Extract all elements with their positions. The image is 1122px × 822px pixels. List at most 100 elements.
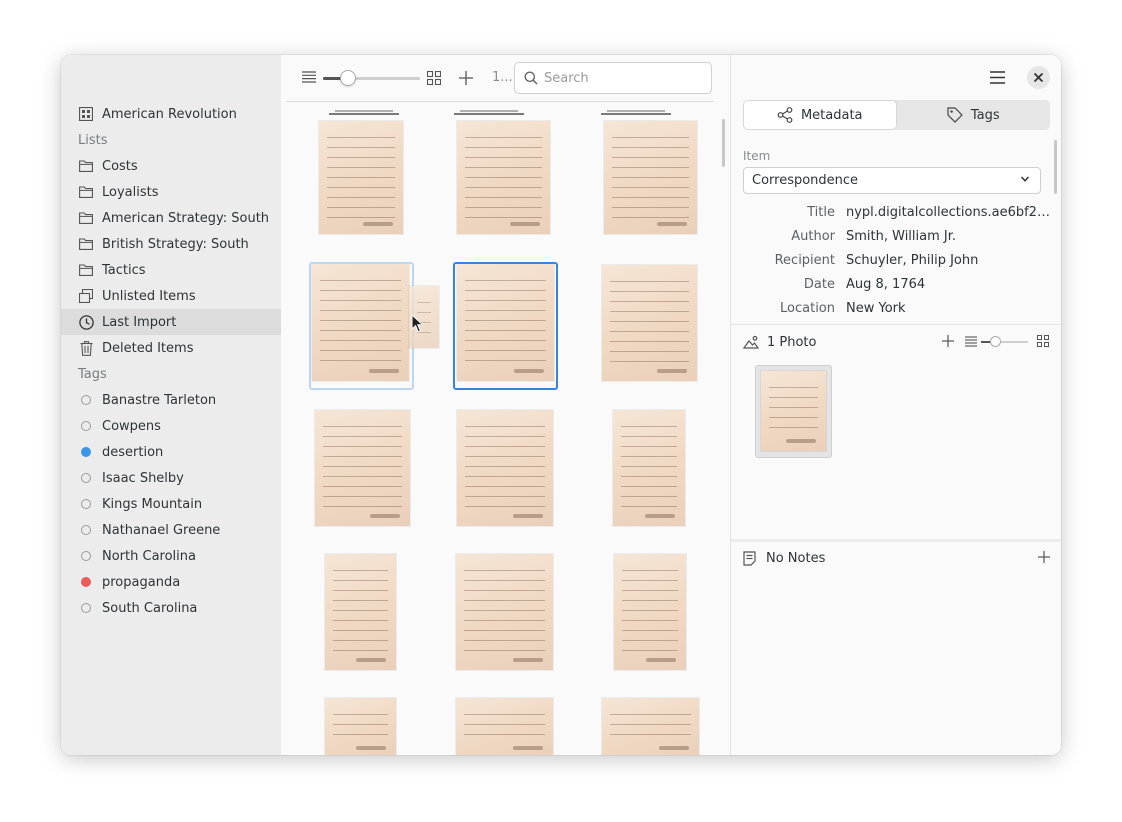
tag-color-dot	[78, 496, 94, 512]
selection-frame	[453, 262, 558, 390]
field-date[interactable]: Date Aug 8, 1764	[731, 277, 1061, 299]
sidebar-tag-label: Nathanael Greene	[102, 522, 221, 538]
photo-zoom-slider[interactable]	[981, 336, 1028, 347]
field-value[interactable]: Aug 8, 1764	[846, 277, 1051, 292]
panel-tabs: Metadata Tags	[743, 100, 1050, 130]
details-panel: Metadata Tags Item Correspondence Title n…	[730, 55, 1061, 755]
list-view-icon[interactable]	[302, 71, 316, 83]
sidebar-tag-banastre-tarleton[interactable]: Banastre Tarleton	[61, 387, 281, 413]
photo-thumbnail-frame[interactable]	[755, 365, 832, 458]
sidebar-item-label: American Strategy: South	[102, 210, 270, 226]
grid-view-icon[interactable]	[427, 71, 441, 85]
stack-indicator	[460, 110, 518, 112]
field-key: Location	[780, 301, 835, 316]
sidebar-tag-south-carolina[interactable]: South Carolina	[61, 595, 281, 621]
thumbnail-grid[interactable]	[281, 109, 721, 755]
mouse-cursor-icon	[411, 314, 424, 333]
tag-dot-icon	[81, 499, 91, 509]
close-button[interactable]	[1027, 66, 1050, 89]
add-note-icon[interactable]	[1038, 551, 1050, 567]
photo-list-view-icon[interactable]	[965, 336, 977, 351]
zoom-slider-knob[interactable]	[340, 70, 357, 86]
search-icon	[524, 71, 538, 85]
item-type-select[interactable]: Correspondence	[743, 167, 1041, 194]
grid-scrollbar[interactable]	[722, 119, 725, 167]
item-thumbnail[interactable]	[315, 410, 410, 526]
folder-icon	[78, 184, 94, 200]
sidebar-tag-label: North Carolina	[102, 548, 196, 564]
tag-dot-icon	[81, 447, 91, 457]
sidebar-tag-nathanael-greene[interactable]: Nathanael Greene	[61, 517, 281, 543]
tag-dot-icon	[81, 577, 91, 587]
sidebar-item-label: Last Import	[102, 314, 177, 330]
tag-color-dot	[78, 470, 94, 486]
sidebar-tag-cowpens[interactable]: Cowpens	[61, 413, 281, 439]
sidebar-tag-isaac-shelby[interactable]: Isaac Shelby	[61, 465, 281, 491]
add-photo-icon[interactable]	[942, 335, 954, 351]
zoom-slider[interactable]	[323, 77, 420, 80]
sidebar-tag-label: Isaac Shelby	[102, 470, 184, 486]
search-input[interactable]: Search	[514, 62, 712, 94]
item-thumbnail[interactable]	[456, 698, 553, 755]
item-thumbnail[interactable]	[457, 410, 553, 526]
sidebar-item-tactics[interactable]: Tactics	[61, 257, 281, 283]
panel-scrollbar[interactable]	[1054, 140, 1057, 194]
field-title[interactable]: Title nypl.digitalcollections.ae6bf2c...	[731, 205, 1061, 227]
item-thumbnail[interactable]	[319, 121, 403, 234]
toolbar-divider	[286, 101, 714, 102]
item-thumbnail[interactable]	[602, 265, 697, 381]
sidebar-tag-desertion[interactable]: desertion	[61, 439, 281, 465]
lists-header: Lists	[78, 133, 108, 148]
photos-count: 1 Photo	[767, 334, 817, 350]
menu-icon[interactable]	[990, 71, 1005, 84]
tag-color-dot	[78, 418, 94, 434]
field-value[interactable]: nypl.digitalcollections.ae6bf2c...	[846, 205, 1051, 220]
sidebar-item-unlisted-items[interactable]: Unlisted Items	[61, 283, 281, 309]
tag-dot-icon	[81, 551, 91, 561]
item-thumbnail[interactable]	[457, 121, 550, 234]
field-value[interactable]: New York	[846, 301, 1051, 316]
tab-tags[interactable]: Tags	[897, 100, 1051, 130]
sidebar-item-american-strategy-south[interactable]: American Strategy: South	[61, 205, 281, 231]
add-icon[interactable]	[459, 71, 473, 85]
field-key: Date	[803, 277, 835, 292]
folder-icon	[78, 210, 94, 226]
close-icon	[1034, 73, 1043, 82]
sidebar-tag-label: Banastre Tarleton	[102, 392, 217, 408]
sidebar-item-label: Deleted Items	[102, 340, 194, 356]
item-thumbnail[interactable]	[614, 554, 686, 670]
sidebar-collection[interactable]: American Revolution	[61, 101, 281, 127]
note-icon	[743, 550, 756, 566]
field-recipient[interactable]: Recipient Schuyler, Philip John	[731, 253, 1061, 275]
tab-metadata[interactable]: Metadata	[743, 100, 897, 130]
sidebar-item-loyalists[interactable]: Loyalists	[61, 179, 281, 205]
item-thumbnail[interactable]	[604, 121, 697, 234]
sidebar-item-last-import[interactable]: Last Import	[61, 309, 281, 335]
sidebar-item-british-strategy-south[interactable]: British Strategy: South	[61, 231, 281, 257]
tag-color-dot	[78, 522, 94, 538]
item-thumbnail[interactable]	[613, 410, 685, 526]
item-thumbnail[interactable]	[456, 554, 553, 670]
sidebar-tag-propaganda[interactable]: propaganda	[61, 569, 281, 595]
photo-thumbnail	[761, 371, 826, 451]
sidebar-tag-kings-mountain[interactable]: Kings Mountain	[61, 491, 281, 517]
field-value[interactable]: Smith, William Jr.	[846, 229, 1051, 244]
item-type-value: Correspondence	[752, 173, 859, 188]
field-location[interactable]: Location New York	[731, 301, 1061, 323]
field-author[interactable]: Author Smith, William Jr.	[731, 229, 1061, 251]
sidebar-item-deleted-items[interactable]: Deleted Items	[61, 335, 281, 361]
item-thumbnail[interactable]	[325, 698, 396, 755]
photo-zoom-knob[interactable]	[990, 336, 1002, 347]
sidebar-item-label: Costs	[102, 158, 138, 174]
photo-grid-view-icon[interactable]	[1037, 335, 1049, 351]
field-value[interactable]: Schuyler, Philip John	[846, 253, 1051, 268]
stack-indicator	[335, 110, 393, 112]
app-window: American Revolution Lists Costs Loyalists…	[61, 55, 1061, 755]
item-thumbnail[interactable]	[602, 698, 699, 755]
sidebar-tag-label: Cowpens	[102, 418, 161, 434]
sidebar-tag-label: South Carolina	[102, 600, 198, 616]
sidebar-item-costs[interactable]: Costs	[61, 153, 281, 179]
sidebar-tag-label: propaganda	[102, 574, 181, 590]
sidebar-tag-north-carolina[interactable]: North Carolina	[61, 543, 281, 569]
item-thumbnail[interactable]	[325, 554, 396, 670]
